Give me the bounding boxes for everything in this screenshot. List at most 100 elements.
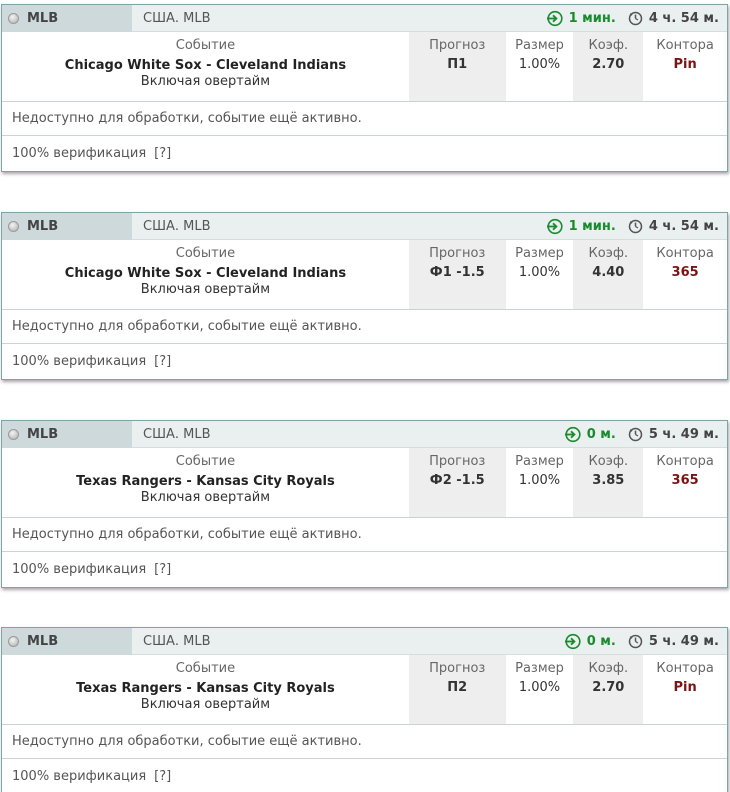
coef-column: Коэф. 3.85 <box>573 448 644 517</box>
status-text: Недоступно для обработки, событие ещё ак… <box>12 527 362 542</box>
sport-label: MLB <box>27 633 59 649</box>
sport-badge[interactable]: MLB <box>2 4 132 32</box>
bet-card-4: MLB США. MLB 0 м. 5 ч. 49 м. Событие Tex… <box>1 627 728 792</box>
bookmaker-header: Контора <box>656 246 714 261</box>
status-dot-icon <box>8 220 19 232</box>
event-column: Событие Texas Rangers - Kansas City Roya… <box>2 655 409 724</box>
bookmaker-header: Контора <box>656 661 714 676</box>
verification-help-link[interactable]: [?] <box>154 354 171 369</box>
bookmaker-column: Контора Pin <box>643 655 727 724</box>
bookmaker-link[interactable]: 365 <box>672 265 699 280</box>
league-label: США. MLB <box>143 633 211 649</box>
event-note: Включая овертайм <box>140 490 271 505</box>
event-column: Событие Chicago White Sox - Cleveland In… <box>2 240 409 309</box>
bookmaker-link[interactable]: Pin <box>673 680 696 695</box>
time-left: 5 ч. 49 м. <box>628 427 719 442</box>
coef-value: 4.40 <box>592 265 625 280</box>
time-since-text: 1 мин. <box>568 11 616 26</box>
time-info: 0 м. 5 ч. 49 м. <box>564 421 719 448</box>
time-left-text: 4 ч. 54 м. <box>648 11 719 26</box>
coef-value: 2.70 <box>592 57 625 72</box>
prediction-header: Прогноз <box>429 38 486 53</box>
sport-badge[interactable]: MLB <box>2 420 132 448</box>
time-left-text: 4 ч. 54 м. <box>648 219 719 234</box>
time-info: 1 мин. 4 ч. 54 м. <box>546 213 719 240</box>
event-note: Включая овертайм <box>140 74 271 89</box>
size-value: 1.00% <box>518 473 561 488</box>
verification-text: 100% верификация <box>12 353 147 369</box>
verification-help-link[interactable]: [?] <box>154 146 171 161</box>
stopwatch-icon <box>628 427 643 442</box>
event-name: Chicago White Sox - Cleveland Indians <box>64 58 347 73</box>
status-message: Недоступно для обработки, событие ещё ак… <box>2 518 727 552</box>
time-since: 0 м. <box>564 426 616 443</box>
verification-help-link[interactable]: [?] <box>154 562 171 577</box>
size-header: Размер <box>515 246 564 261</box>
size-value: 1.00% <box>518 680 561 695</box>
event-note: Включая овертайм <box>140 697 271 712</box>
verification-row: 100% верификация [?] <box>2 759 727 792</box>
prediction-value: П1 <box>447 57 468 72</box>
time-left-text: 5 ч. 49 м. <box>648 427 719 442</box>
bookmaker-header: Контора <box>656 454 714 469</box>
coef-header: Коэф. <box>588 454 629 469</box>
verification-row: 100% верификация [?] <box>2 344 727 378</box>
enter-arrow-icon <box>546 10 563 27</box>
coef-header: Коэф. <box>588 38 629 53</box>
time-info: 0 м. 5 ч. 49 м. <box>564 628 719 655</box>
bookmaker-link[interactable]: Pin <box>673 57 696 72</box>
status-text: Недоступно для обработки, событие ещё ак… <box>12 111 362 126</box>
coef-column: Коэф. 2.70 <box>573 32 644 101</box>
prediction-value: П2 <box>447 680 468 695</box>
coef-column: Коэф. 2.70 <box>573 655 644 724</box>
status-dot-icon <box>8 12 19 24</box>
time-left: 4 ч. 54 м. <box>628 11 719 26</box>
bookmaker-column: Контора 365 <box>643 448 727 517</box>
coef-column: Коэф. 4.40 <box>573 240 644 309</box>
coef-value: 2.70 <box>592 680 625 695</box>
time-info: 1 мин. 4 ч. 54 м. <box>546 5 719 32</box>
enter-arrow-icon <box>546 218 563 235</box>
sport-badge[interactable]: MLB <box>2 212 132 240</box>
stopwatch-icon <box>628 634 643 649</box>
time-left-text: 5 ч. 49 м. <box>648 634 719 649</box>
bookmaker-link[interactable]: 365 <box>672 473 699 488</box>
time-since: 0 м. <box>564 633 616 650</box>
league-label: США. MLB <box>143 10 211 26</box>
event-name: Texas Rangers - Kansas City Royals <box>76 474 335 489</box>
size-column: Размер 1.00% <box>506 240 574 309</box>
sport-label: MLB <box>27 218 59 234</box>
coef-value: 3.85 <box>592 473 625 488</box>
event-header: Событие <box>175 38 236 53</box>
size-value: 1.00% <box>518 57 561 72</box>
bet-card-3: MLB США. MLB 0 м. 5 ч. 49 м. Событие Tex… <box>1 420 728 588</box>
status-dot-icon <box>8 428 19 440</box>
sport-badge[interactable]: MLB <box>2 627 132 655</box>
bookmaker-column: Контора 365 <box>643 240 727 309</box>
size-header: Размер <box>515 38 564 53</box>
size-column: Размер 1.00% <box>506 32 574 101</box>
event-header: Событие <box>175 454 236 469</box>
time-since-text: 0 м. <box>586 634 616 649</box>
size-column: Размер 1.00% <box>506 448 574 517</box>
prediction-header: Прогноз <box>429 454 486 469</box>
prediction-header: Прогноз <box>429 246 486 261</box>
size-column: Размер 1.00% <box>506 655 574 724</box>
bet-details: Событие Texas Rangers - Kansas City Roya… <box>2 448 727 518</box>
size-value: 1.00% <box>518 265 561 280</box>
size-header: Размер <box>515 454 564 469</box>
time-since: 1 мин. <box>546 218 616 235</box>
verification-help-link[interactable]: [?] <box>154 769 171 784</box>
bet-card-2: MLB США. MLB 1 мин. 4 ч. 54 м. Событие C… <box>1 212 728 380</box>
status-message: Недоступно для обработки, событие ещё ак… <box>2 102 727 136</box>
time-since: 1 мин. <box>546 10 616 27</box>
card-header: MLB США. MLB 1 мин. 4 ч. 54 м. <box>2 4 727 32</box>
stopwatch-icon <box>628 219 643 234</box>
league-label: США. MLB <box>143 218 211 234</box>
bet-details: Событие Texas Rangers - Kansas City Roya… <box>2 655 727 725</box>
bet-details: Событие Chicago White Sox - Cleveland In… <box>2 240 727 310</box>
card-header: MLB США. MLB 0 м. 5 ч. 49 м. <box>2 420 727 448</box>
league-label: США. MLB <box>143 426 211 442</box>
prediction-value: Ф2 -1.5 <box>429 473 485 488</box>
prediction-column: Прогноз Ф1 -1.5 <box>408 240 506 309</box>
